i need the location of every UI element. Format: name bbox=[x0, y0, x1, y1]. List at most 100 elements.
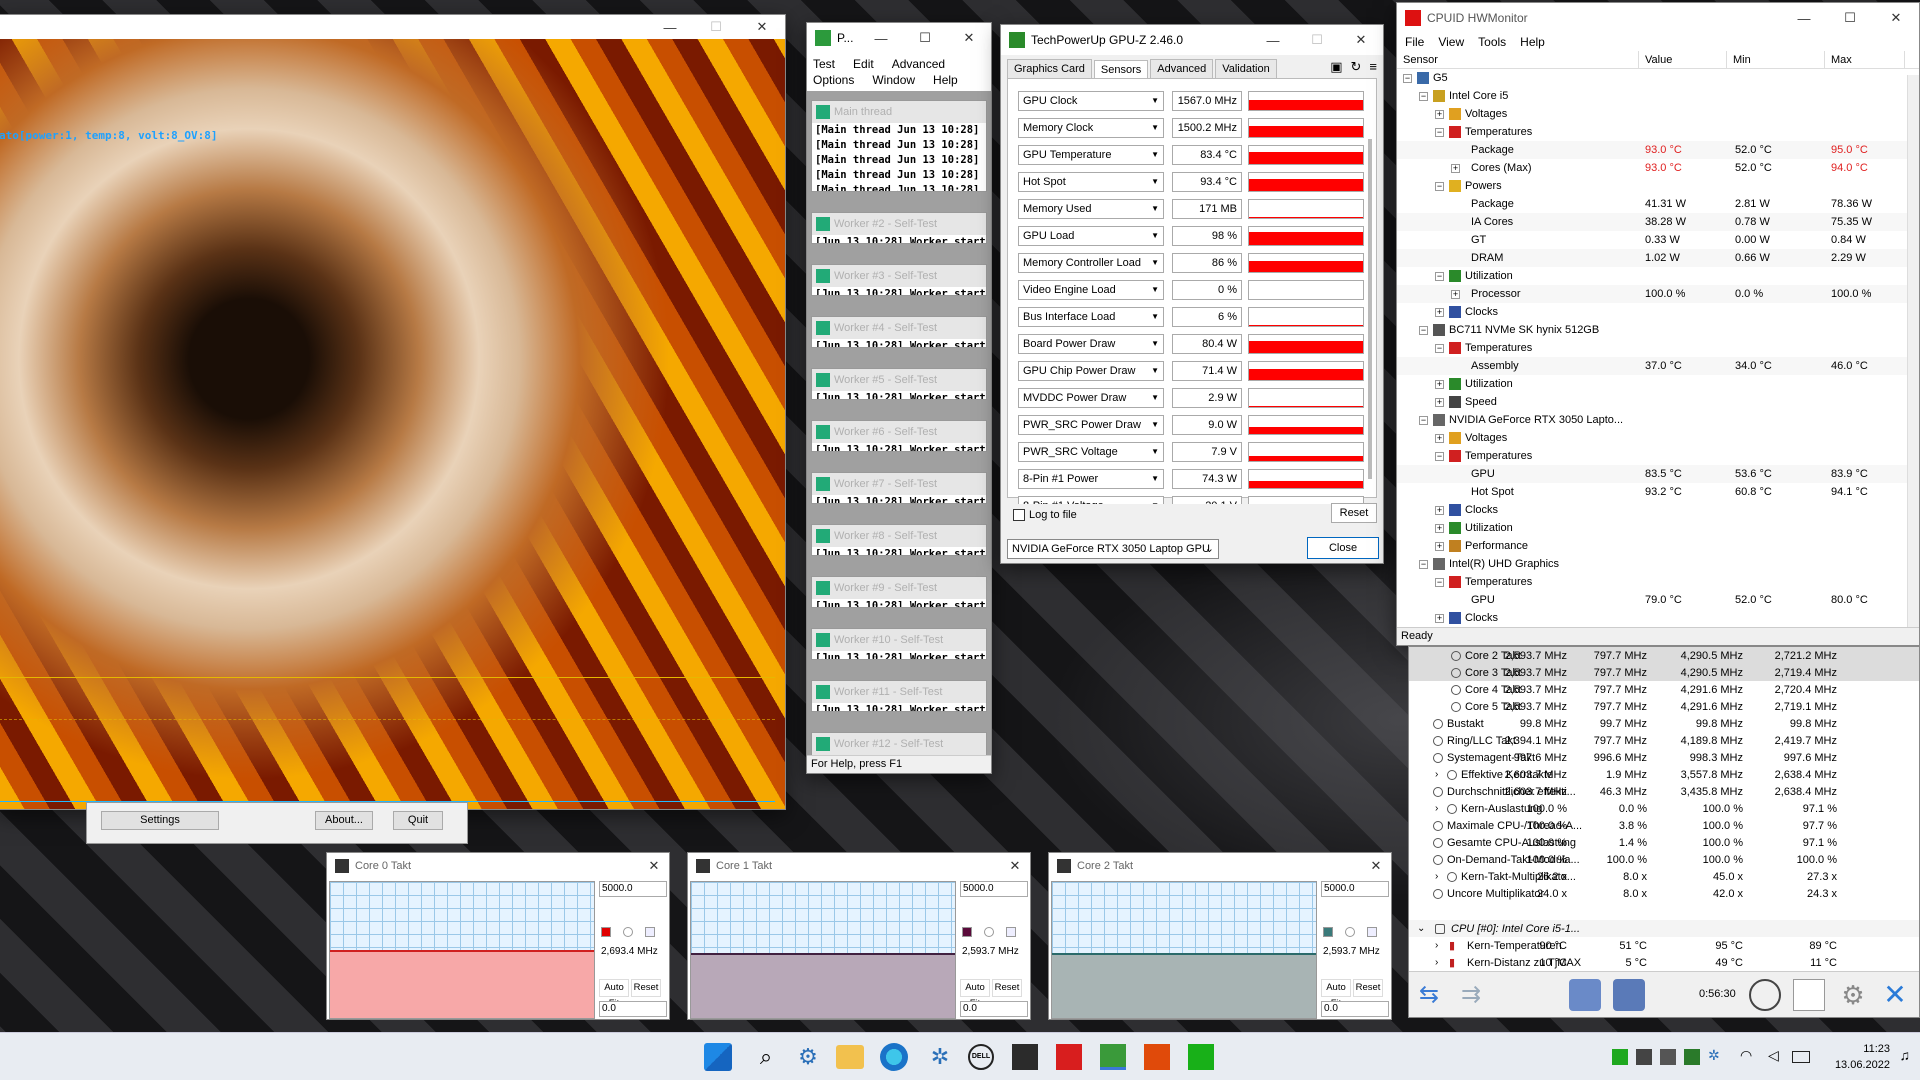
sensor-select[interactable]: Memory Clock ▼ bbox=[1018, 118, 1164, 138]
sensor-row[interactable]: + Utilization bbox=[1397, 375, 1919, 393]
prime95-window[interactable]: P... — ☐ ✕ Test Edit Advanced Options Wi… bbox=[806, 22, 992, 774]
settings-gear-icon[interactable]: ⚙ bbox=[792, 1041, 824, 1073]
sensor-row[interactable]: › Effektive Kerntakte 2,603.7 MHz 1.9 MHz 3,… bbox=[1409, 766, 1919, 783]
hwinfo-taskbar-icon[interactable] bbox=[1012, 1044, 1038, 1070]
tree-toggle-icon[interactable]: − bbox=[1435, 271, 1444, 281]
file-explorer-icon[interactable] bbox=[836, 1045, 864, 1069]
clock-icon[interactable] bbox=[1749, 979, 1781, 1011]
close-icon[interactable]: ✕ bbox=[1000, 858, 1030, 874]
sensor-row[interactable]: − Temperatures bbox=[1397, 123, 1919, 141]
expand-chevron-icon[interactable]: › bbox=[1435, 769, 1438, 780]
display-toggle-icon[interactable] bbox=[1006, 927, 1016, 937]
menu-advanced[interactable]: Advanced bbox=[892, 57, 945, 71]
tree-toggle-icon[interactable]: + bbox=[1451, 163, 1460, 173]
tab-validation[interactable]: Validation bbox=[1215, 59, 1277, 78]
tree-toggle-icon[interactable]: + bbox=[1451, 289, 1460, 299]
sensor-row[interactable]: Durchschnittlicher effekti... 2,603.7 MHz… bbox=[1409, 783, 1919, 800]
reset-button[interactable]: Reset bbox=[631, 979, 661, 997]
sensor-row[interactable]: Package 93.0 °C 52.0 °C 95.0 °C bbox=[1397, 141, 1919, 159]
sensor-row[interactable]: GPU 83.5 °C 53.6 °C 83.9 °C bbox=[1397, 465, 1919, 483]
sensor-select[interactable]: Video Engine Load ▼ bbox=[1018, 280, 1164, 300]
menu-test[interactable]: Test bbox=[813, 57, 835, 71]
sensor-row[interactable]: › ▮ Kern-Distanz zu TjMAX 10 °C 5 °C 49 °C 11 … bbox=[1409, 954, 1919, 971]
expand-chevron-icon[interactable]: › bbox=[1435, 957, 1438, 968]
worker-pane[interactable]: Worker #11 - Self-Test [Jun 13 10:28] Wor… bbox=[811, 680, 987, 712]
menu-window[interactable]: Window bbox=[872, 73, 915, 87]
tray-monitor-icon[interactable] bbox=[1660, 1049, 1676, 1065]
close-icon[interactable]: ✕ bbox=[1361, 858, 1391, 874]
line-color-swatch[interactable] bbox=[601, 927, 611, 937]
about-button[interactable]: About... bbox=[315, 811, 373, 830]
sensor-select[interactable]: 8-Pin #1 Power ▼ bbox=[1018, 469, 1164, 489]
tree-toggle-icon[interactable]: + bbox=[1435, 523, 1444, 533]
sensor-row[interactable]: Uncore Multiplikator 24.0 x 8.0 x 42.0 x 24.… bbox=[1409, 885, 1919, 902]
expand-chevron-icon[interactable]: › bbox=[1435, 871, 1438, 882]
sensor-row[interactable]: − Temperatures bbox=[1397, 573, 1919, 591]
tray-gpuz-icon[interactable] bbox=[1612, 1049, 1628, 1065]
sensor-select[interactable]: 8-Pin #1 Voltage ▼ bbox=[1018, 496, 1164, 504]
tree-toggle-icon[interactable]: − bbox=[1435, 181, 1444, 191]
worker-pane[interactable]: Worker #5 - Self-Test [Jun 13 10:28] Work… bbox=[811, 368, 987, 400]
sensor-row[interactable]: − Intel(R) UHD Graphics bbox=[1397, 555, 1919, 573]
sensor-row[interactable]: + Cores (Max) 93.0 °C 52.0 °C 94.0 °C bbox=[1397, 159, 1919, 177]
worker-pane[interactable]: Worker #7 - Self-Test [Jun 13 10:28] Work… bbox=[811, 472, 987, 504]
reset-button[interactable]: Reset bbox=[1353, 979, 1383, 997]
tree-toggle-icon[interactable]: − bbox=[1435, 343, 1444, 353]
close-icon[interactable]: ✕ bbox=[1339, 25, 1383, 55]
wifi-icon[interactable]: ◠ bbox=[1740, 1047, 1756, 1063]
checkbox-box[interactable] bbox=[1013, 509, 1025, 521]
sensor-row[interactable]: › ▮ Kern-Temperaturen 90 °C 51 °C 95 °C 89 °C bbox=[1409, 937, 1919, 954]
tree-toggle-icon[interactable]: + bbox=[1435, 379, 1444, 389]
fill-toggle-icon[interactable] bbox=[623, 927, 633, 937]
scrollbar[interactable] bbox=[1368, 139, 1372, 479]
tray-hwinfo-icon[interactable] bbox=[1636, 1049, 1652, 1065]
tree-toggle-icon[interactable]: − bbox=[1435, 577, 1444, 587]
tree-toggle-icon[interactable]: − bbox=[1419, 91, 1428, 101]
sensor-row[interactable]: Package 41.31 W 2.81 W 78.36 W bbox=[1397, 195, 1919, 213]
tree-toggle-icon[interactable]: − bbox=[1403, 73, 1412, 83]
tree-toggle-icon[interactable]: − bbox=[1419, 559, 1428, 569]
worker-pane[interactable]: Worker #6 - Self-Test [Jun 13 10:28] Work… bbox=[811, 420, 987, 452]
furmark-taskbar-icon[interactable] bbox=[1144, 1044, 1170, 1070]
sensor-row[interactable]: › Kern-Takt-Multiplikato... 26.2 x 8.0 x 45.… bbox=[1409, 868, 1919, 885]
line-color-swatch[interactable] bbox=[1323, 927, 1333, 937]
prime95-titlebar[interactable]: P... — ☐ ✕ bbox=[807, 23, 991, 53]
menu-help[interactable]: Help bbox=[933, 73, 958, 87]
sensor-select[interactable]: MVDDC Power Draw ▼ bbox=[1018, 388, 1164, 408]
sensor-row[interactable]: Core 2 Takt 2,593.7 MHz 797.7 MHz 4,290.5 M… bbox=[1409, 647, 1919, 664]
sensor-row[interactable]: On-Demand-Takt-Modula... 100.0 % 100.0 % 10… bbox=[1409, 851, 1919, 868]
worker-pane[interactable]: Worker #2 - Self-Test [Jun 13 10:28] Work… bbox=[811, 212, 987, 244]
tree-toggle-icon[interactable]: − bbox=[1435, 451, 1444, 461]
close-button[interactable]: Close bbox=[1307, 537, 1379, 559]
gpuz-taskbar-icon[interactable] bbox=[1100, 1044, 1126, 1070]
sensor-row[interactable]: − NVIDIA GeForce RTX 3050 Lapto... bbox=[1397, 411, 1919, 429]
gpuz-titlebar[interactable]: TechPowerUp GPU-Z 2.46.0 — ☐ ✕ bbox=[1001, 25, 1383, 55]
sensor-row[interactable]: + Clocks bbox=[1397, 501, 1919, 519]
worker-pane[interactable]: Worker #4 - Self-Test [Jun 13 10:28] Work… bbox=[811, 316, 987, 348]
sensor-row[interactable]: Assembly 37.0 °C 34.0 °C 46.0 °C bbox=[1397, 357, 1919, 375]
core-clock-graph-window[interactable]: Core 2 Takt ✕ 5000.0 2,593.7 MHz Auto FitRes… bbox=[1048, 852, 1392, 1020]
tree-toggle-icon[interactable]: − bbox=[1419, 415, 1428, 425]
tree-toggle-icon[interactable]: + bbox=[1435, 307, 1444, 317]
refresh-icon[interactable]: ↻ bbox=[1351, 59, 1362, 75]
sensor-row[interactable]: − Intel Core i5 bbox=[1397, 87, 1919, 105]
collapse-chevron-icon[interactable]: ⌄ bbox=[1417, 923, 1425, 934]
sensor-row[interactable]: + Speed bbox=[1397, 393, 1919, 411]
maximize-icon[interactable]: ☐ bbox=[1827, 3, 1873, 33]
sensor-row[interactable]: Bustakt 99.8 MHz 99.7 MHz 99.8 MHz 99.8 MHz bbox=[1409, 715, 1919, 732]
menu-view[interactable]: View bbox=[1438, 35, 1464, 49]
core-clock-graph-window[interactable]: Core 1 Takt ✕ 5000.0 2,593.7 MHz Auto FitRes… bbox=[687, 852, 1031, 1020]
menu-tools[interactable]: Tools bbox=[1478, 35, 1506, 49]
notification-bell-icon[interactable]: ♫ bbox=[1900, 1047, 1911, 1063]
maximize-icon[interactable]: ☐ bbox=[693, 15, 739, 42]
tree-toggle-icon[interactable]: + bbox=[1435, 397, 1444, 407]
core-clock-graph-window[interactable]: Core 0 Takt ✕ 5000.0 2,693.4 MHz Auto FitRes… bbox=[326, 852, 670, 1020]
sensor-select[interactable]: PWR_SRC Power Draw ▼ bbox=[1018, 415, 1164, 435]
start-windows-icon[interactable] bbox=[704, 1043, 732, 1071]
main-thread-pane[interactable]: Main thread [Main thread Jun 13 10:28] [… bbox=[811, 100, 987, 192]
sensor-row[interactable]: Ring/LLC Takt 2,394.1 MHz 797.7 MHz 4,189.8… bbox=[1409, 732, 1919, 749]
render-titlebar[interactable]: — ☐ ✕ bbox=[0, 15, 785, 39]
display-toggle-icon[interactable] bbox=[645, 927, 655, 937]
sensor-row[interactable]: IA Cores 38.28 W 0.78 W 75.35 W bbox=[1397, 213, 1919, 231]
tree-toggle-icon[interactable]: + bbox=[1435, 541, 1444, 551]
